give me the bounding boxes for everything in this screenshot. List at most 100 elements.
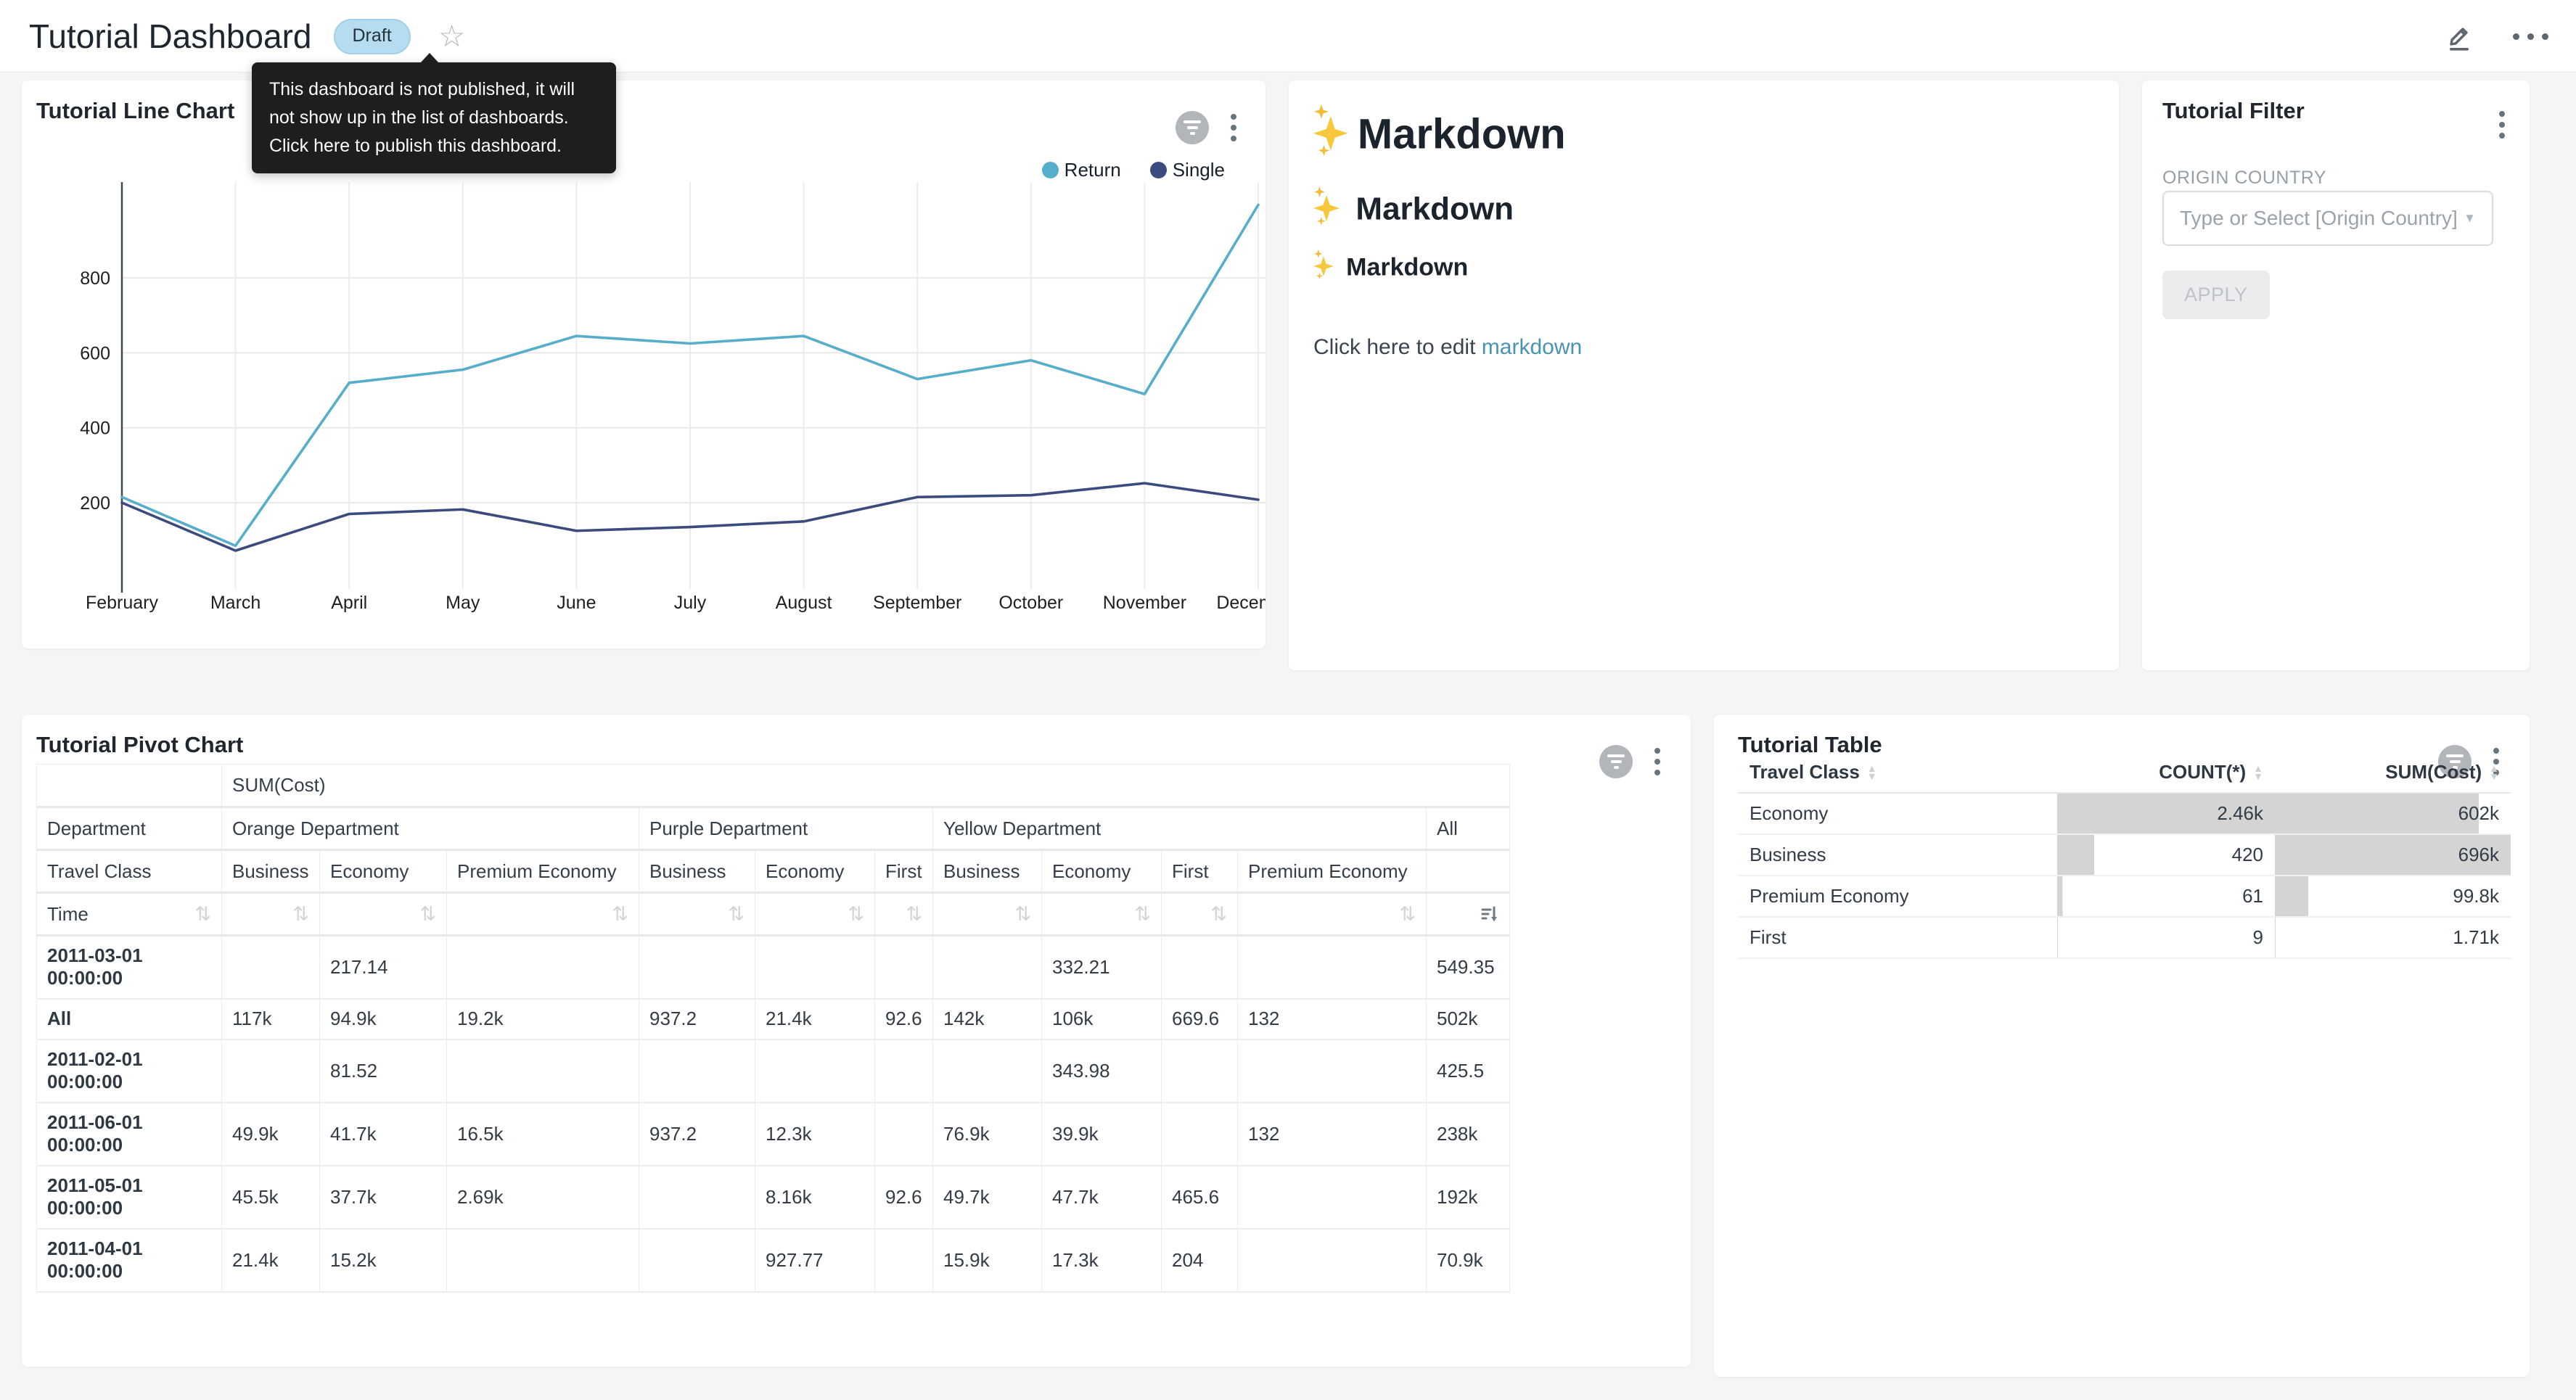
table-column-header-inner[interactable]: Travel Class ▲▼ — [1750, 761, 2046, 783]
select-placeholder: Type or Select [Origin Country] — [2180, 207, 2458, 230]
edit-markdown-link[interactable]: markdown — [1482, 335, 1582, 359]
pivot-value-cell — [639, 1166, 755, 1229]
pivot-sort-cell-inner: ⇅ — [943, 905, 1031, 924]
pivot-row: 2011-05-01 00:00:0045.5k37.7k2.69k8.16k9… — [37, 1166, 1510, 1229]
sort-carets-icon: ▲▼ — [2489, 765, 2499, 781]
markdown-heading-2: Markdown — [1313, 190, 2090, 227]
pivot-value-cell: 2.69k — [447, 1166, 639, 1229]
data-table-container: Travel Class ▲▼ COUNT(*)▲▼ SUM(Cost)▲▼ Econo… — [1738, 752, 2511, 959]
pivot-row-header: 2011-02-01 00:00:00 — [37, 1039, 222, 1103]
y-axis-tick-label: 200 — [80, 493, 110, 514]
table-row: Economy2.46k602k — [1738, 793, 2511, 834]
count-cell: 420 — [2057, 834, 2275, 876]
sort-desc-icon[interactable] — [1480, 905, 1499, 923]
sort-icon[interactable]: ⇅ — [728, 905, 745, 924]
pivot-row: 2011-03-01 00:00:00217.14332.21549.35 — [37, 936, 1510, 999]
pivot-value-cell: 39.9k — [1042, 1103, 1162, 1166]
table-column-header-inner[interactable]: SUM(Cost)▲▼ — [2286, 761, 2499, 783]
pivot-value-cell: 15.9k — [933, 1229, 1042, 1292]
pivot-sort-cell-inner: ⇅ — [1172, 905, 1227, 924]
pivot-group-header: Purple Department — [639, 807, 933, 850]
pivot-subcolumn-header: Premium Economy — [447, 850, 639, 893]
travel-class-cell: Business — [1738, 834, 2057, 876]
pivot-corner-cell — [37, 765, 222, 807]
draft-status-badge[interactable]: Draft — [334, 19, 411, 54]
sort-icon[interactable]: ⇅ — [906, 905, 922, 924]
pivot-value-cell — [1162, 1039, 1238, 1103]
pivot-sort-cell-inner: ⇅ — [1248, 905, 1416, 924]
pivot-value-cell: 47.7k — [1042, 1166, 1162, 1229]
pivot-chart-actions — [1599, 745, 1660, 778]
sort-icon[interactable]: ⇅ — [1134, 905, 1151, 924]
pivot-row: 2011-04-01 00:00:0021.4k15.2k927.7715.9k… — [37, 1229, 1510, 1292]
pivot-value-cell: 49.9k — [222, 1103, 320, 1166]
pivot-value-cell — [933, 936, 1042, 999]
pivot-row-header: 2011-06-01 00:00:00 — [37, 1103, 222, 1166]
pivot-department-label: Department — [37, 807, 222, 850]
markdown-heading-1: Markdown — [1313, 110, 2090, 158]
edit-pencil-icon[interactable] — [2443, 20, 2475, 52]
pivot-table: SUM(Cost)DepartmentOrange DepartmentPurp… — [36, 764, 1510, 1293]
markdown-heading-3-text: Markdown — [1346, 253, 1468, 281]
pivot-group-header: Yellow Department — [933, 807, 1427, 850]
sort-icon[interactable]: ⇅ — [1399, 905, 1416, 924]
pivot-value-cell: 17.3k — [1042, 1229, 1162, 1292]
sort-icon[interactable]: ⇅ — [848, 905, 864, 924]
pivot-value-cell: 70.9k — [1427, 1229, 1510, 1292]
caret-down-icon: ▼ — [2253, 773, 2263, 781]
pivot-sort-cell: ⇅ — [875, 893, 933, 936]
sparkles-icon — [1313, 252, 1340, 277]
pivot-value-cell — [1238, 936, 1427, 999]
sort-icon[interactable]: ⇅ — [1210, 905, 1227, 924]
pivot-value-cell: 937.2 — [639, 999, 755, 1039]
sort-icon[interactable]: ⇅ — [612, 905, 628, 924]
pivot-value-cell: 106k — [1042, 999, 1162, 1039]
table-column-header: COUNT(*)▲▼ — [2057, 752, 2275, 793]
x-axis-tick-label: May — [446, 593, 480, 613]
more-options-icon[interactable] — [2513, 33, 2548, 40]
x-axis-tick-label: April — [331, 593, 367, 613]
pivot-value-cell: 21.4k — [222, 1229, 320, 1292]
pivot-sort-cell-inner — [1437, 905, 1499, 923]
pivot-metric-header: SUM(Cost) — [222, 765, 1510, 807]
sort-icon[interactable]: ⇅ — [1014, 905, 1031, 924]
sparkles-icon — [1313, 110, 1358, 152]
publish-tooltip: This dashboard is not published, it will… — [252, 62, 616, 173]
cross-filter-icon[interactable] — [1599, 745, 1633, 778]
sort-icon[interactable]: ⇅ — [194, 905, 211, 924]
pivot-subcolumn-header: Premium Economy — [1238, 850, 1427, 893]
x-axis-tick-label: June — [557, 593, 596, 613]
pivot-subcolumn-header — [1427, 850, 1510, 893]
dashboard-header-left: Tutorial Dashboard Draft ☆ — [29, 0, 465, 73]
pivot-value-cell: 92.6 — [875, 999, 933, 1039]
favorite-star-icon[interactable]: ☆ — [438, 21, 466, 52]
pivot-value-cell — [639, 1229, 755, 1292]
apply-button[interactable]: APPLY — [2162, 271, 2270, 319]
sort-carets-icon: ▲▼ — [1867, 765, 1877, 781]
table-column-header-inner[interactable]: COUNT(*)▲▼ — [2069, 761, 2263, 783]
pivot-value-cell: 549.35 — [1427, 936, 1510, 999]
pivot-value-cell — [222, 1039, 320, 1103]
chart-kebab-icon[interactable] — [1654, 748, 1660, 775]
pivot-value-cell: 45.5k — [222, 1166, 320, 1229]
pivot-subcolumn-header: Business — [222, 850, 320, 893]
pivot-value-cell — [447, 1229, 639, 1292]
pivot-value-cell: 8.16k — [755, 1166, 875, 1229]
x-axis-tick-label: February — [86, 593, 159, 613]
y-axis-tick-label: 400 — [80, 419, 110, 439]
sort-icon[interactable]: ⇅ — [419, 905, 436, 924]
pivot-value-cell: 49.7k — [933, 1166, 1042, 1229]
filter-panel-title: Tutorial Filter — [2162, 98, 2305, 124]
pivot-value-cell: 238k — [1427, 1103, 1510, 1166]
chevron-down-icon: ▼ — [2464, 211, 2476, 226]
pivot-subcolumn-header: Business — [639, 850, 755, 893]
sparkles-icon — [1313, 190, 1347, 222]
pivot-value-cell: 142k — [933, 999, 1042, 1039]
pivot-value-cell: 425.5 — [1427, 1039, 1510, 1103]
pivot-subcolumn-header: Economy — [755, 850, 875, 893]
sort-icon[interactable]: ⇅ — [292, 905, 309, 924]
pivot-sort-cell: ⇅ — [639, 893, 755, 936]
table-column-label: Travel Class — [1750, 761, 1860, 783]
origin-country-select[interactable]: Type or Select [Origin Country] ▼ — [2162, 191, 2493, 246]
chart-kebab-icon[interactable] — [2499, 111, 2505, 139]
